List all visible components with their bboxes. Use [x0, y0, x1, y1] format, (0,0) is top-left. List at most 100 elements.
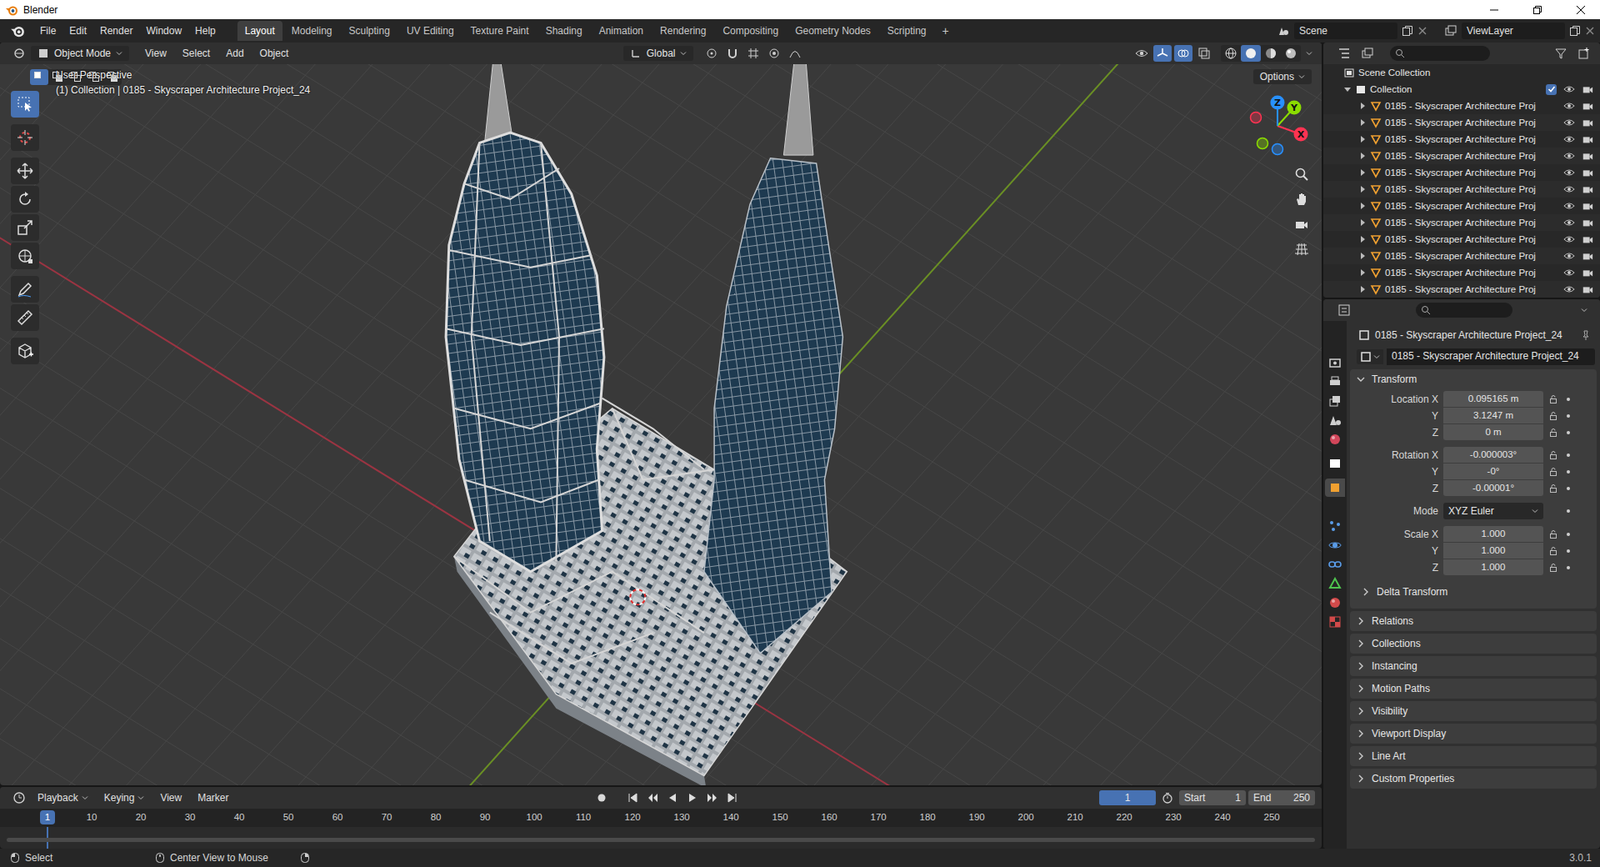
maximize-button[interactable] [1518, 0, 1557, 20]
end-frame-field[interactable]: End250 [1248, 790, 1315, 805]
editor-type-button[interactable] [10, 789, 29, 806]
next-keyframe-button[interactable] [703, 789, 722, 806]
number-field[interactable]: -0.00001° [1443, 480, 1544, 496]
rotation-mode-dropdown[interactable]: XYZ Euler [1443, 502, 1544, 520]
menu-item[interactable]: Help [188, 22, 223, 40]
properties-search[interactable] [1415, 302, 1513, 318]
jump-end-button[interactable] [723, 789, 742, 806]
outliner-item[interactable]: 0185 - Skyscraper Architecture Proj [1323, 114, 1600, 131]
properties-tab[interactable] [1325, 555, 1345, 574]
shading-button[interactable] [1280, 45, 1301, 62]
collapsed-arrow-icon[interactable] [1358, 101, 1367, 110]
render-camera-icon[interactable] [1581, 216, 1594, 229]
properties-tab[interactable] [1325, 410, 1345, 430]
editor-type-button[interactable] [1335, 45, 1354, 62]
view-layer-field[interactable]: ViewLayer [1461, 22, 1565, 40]
lock-icon[interactable] [1548, 410, 1559, 421]
workspace-tab[interactable]: Sculpting [341, 20, 398, 41]
lock-icon[interactable] [1548, 427, 1559, 438]
options-button[interactable] [1575, 301, 1594, 319]
copy-icon[interactable] [1569, 25, 1581, 37]
outliner-item[interactable]: 0185 - Skyscraper Architecture Proj [1323, 214, 1600, 231]
display-mode-button[interactable] [1358, 45, 1377, 62]
keyframe-dot-icon[interactable] [1565, 485, 1572, 492]
selection-mode-button[interactable] [103, 69, 122, 85]
eye-icon[interactable] [1563, 250, 1575, 262]
panel-header[interactable]: Viewport Display [1350, 723, 1597, 744]
lock-icon[interactable] [1548, 483, 1559, 494]
keyframe-dot-icon[interactable] [1565, 530, 1572, 538]
copy-icon[interactable] [1401, 25, 1414, 37]
viewport-menu[interactable]: Add [219, 45, 250, 61]
expanded-arrow-icon[interactable] [1343, 85, 1352, 94]
scene-field[interactable]: Scene [1294, 22, 1398, 40]
properties-tab[interactable] [1325, 391, 1345, 410]
render-camera-icon[interactable] [1581, 233, 1594, 245]
zoom-button[interactable] [1290, 162, 1314, 186]
outliner-item[interactable]: 0185 - Skyscraper Architecture Proj [1323, 264, 1600, 281]
workspace-tab[interactable]: Shading [538, 20, 590, 41]
falloff-button[interactable] [785, 45, 805, 62]
shading-button[interactable] [1220, 45, 1241, 62]
number-field[interactable]: 1.000 [1443, 559, 1544, 575]
outliner-item[interactable]: 0185 - Skyscraper Architecture Proj [1323, 280, 1600, 298]
playhead[interactable]: 1 [40, 810, 55, 825]
overlays-toggle[interactable] [1174, 45, 1193, 62]
panel-header[interactable]: Visibility [1350, 700, 1597, 721]
keyframe-dot-icon[interactable] [1565, 468, 1572, 475]
keyframe-dot-icon[interactable] [1565, 395, 1572, 403]
gizmo-toggle[interactable] [1153, 45, 1172, 62]
panel-header[interactable]: Motion Paths [1350, 678, 1597, 699]
tool-button[interactable] [10, 304, 40, 331]
options-dropdown[interactable]: Options [1253, 69, 1312, 85]
snap-target-button[interactable] [744, 45, 763, 62]
workspace-tab[interactable]: Animation [591, 20, 651, 41]
collapsed-arrow-icon[interactable] [1358, 168, 1367, 177]
menu-item[interactable]: File [33, 22, 63, 40]
outliner-item[interactable]: 0185 - Skyscraper Architecture Proj [1323, 197, 1600, 215]
pin-icon[interactable] [1580, 329, 1592, 341]
outliner-search[interactable] [1390, 45, 1490, 61]
play-reverse-button[interactable] [663, 789, 682, 806]
render-camera-icon[interactable] [1581, 83, 1594, 95]
properties-tab[interactable] [1325, 497, 1345, 516]
selection-mode-button[interactable] [85, 69, 104, 85]
orientation-dropdown[interactable]: Global [623, 45, 695, 61]
keyframe-dot-icon[interactable] [1565, 451, 1572, 459]
render-camera-icon[interactable] [1581, 200, 1594, 212]
keyframe-dot-icon[interactable] [1565, 429, 1572, 436]
selection-mode-button[interactable] [48, 69, 67, 85]
tool-button[interactable] [10, 185, 40, 213]
eye-icon[interactable] [1563, 216, 1575, 229]
properties-tab[interactable] [1325, 516, 1345, 535]
tool-button[interactable] [10, 214, 40, 241]
panel-header[interactable]: Line Art [1350, 745, 1597, 766]
outliner-item[interactable]: 0185 - Skyscraper Architecture Proj [1323, 230, 1600, 248]
viewport-canvas[interactable]: OptionsUser Perspective(1) Collection | … [0, 64, 1322, 785]
collapsed-arrow-icon[interactable] [1358, 218, 1367, 227]
eye-icon[interactable] [1563, 283, 1575, 295]
outliner-item[interactable]: 0185 - Skyscraper Architecture Proj [1323, 180, 1600, 198]
properties-tab[interactable] [1325, 535, 1345, 555]
outliner-item[interactable]: 0185 - Skyscraper Architecture Proj [1323, 147, 1600, 165]
shading-options-button[interactable] [1303, 45, 1315, 62]
object-name-field[interactable]: 0185 - Skyscraper Architecture Project_2… [1386, 348, 1595, 365]
number-field[interactable]: 0.095165 m [1443, 390, 1544, 407]
tool-button[interactable] [10, 90, 40, 118]
workspace-tab[interactable]: Modeling [284, 20, 340, 41]
timeline-menu[interactable]: Playback [30, 790, 95, 805]
projection-toggle[interactable] [1290, 237, 1314, 261]
scene-view[interactable] [0, 64, 1322, 785]
object-browse-button[interactable] [1356, 349, 1384, 365]
keyframe-dot-icon[interactable] [1565, 564, 1572, 571]
workspace-tab[interactable]: Texture Paint [463, 20, 537, 41]
number-field[interactable]: 0 m [1443, 424, 1544, 440]
tool-button[interactable] [10, 275, 40, 303]
number-field[interactable]: 3.1247 m [1443, 407, 1544, 424]
remove-icon[interactable] [1417, 25, 1428, 36]
render-camera-icon[interactable] [1581, 100, 1594, 112]
view-layer-icon[interactable] [1444, 24, 1458, 38]
workspace-tab[interactable]: Layout [237, 20, 283, 41]
lock-icon[interactable] [1548, 450, 1559, 460]
tool-button[interactable] [10, 242, 40, 270]
